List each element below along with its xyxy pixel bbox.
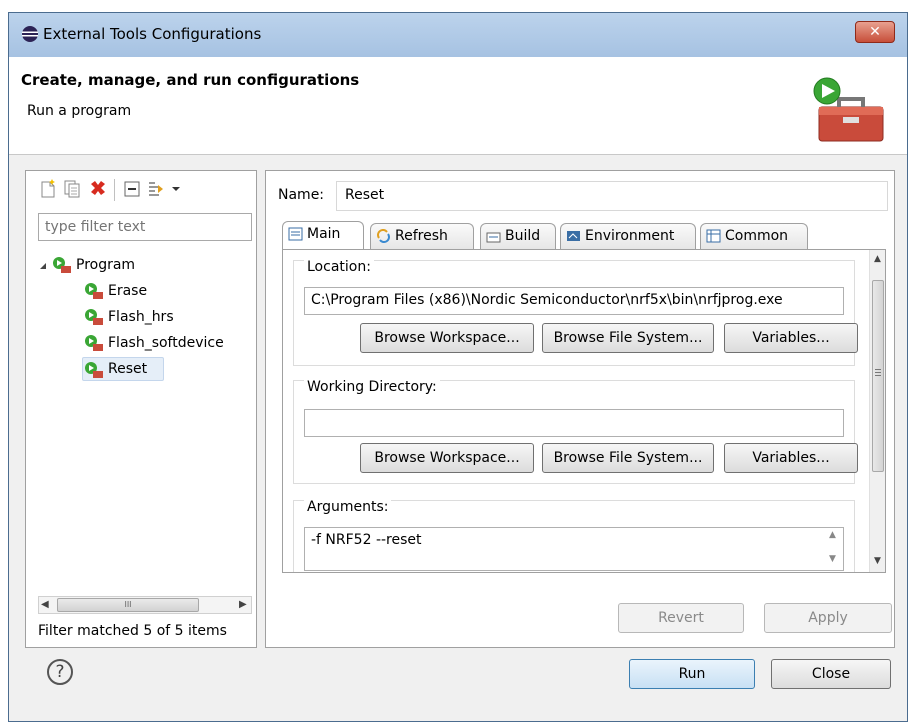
working-directory-field[interactable] <box>304 409 844 437</box>
tab-common[interactable]: Common <box>700 223 808 249</box>
program-icon <box>85 362 103 378</box>
tab-label: Main <box>307 226 341 242</box>
collapse-all-icon[interactable] <box>122 179 142 199</box>
tab-refresh[interactable]: Refresh <box>370 223 474 249</box>
dialog-window: External Tools Configurations ✕ Create, … <box>8 12 908 722</box>
header-subtitle: Run a program <box>27 103 132 119</box>
tab-label: Refresh <box>395 228 448 244</box>
location-browse-workspace-button[interactable]: Browse Workspace... <box>360 323 534 353</box>
close-button[interactable]: Close <box>771 659 891 689</box>
horizontal-scrollbar[interactable]: ◀ III ▶ <box>38 596 252 614</box>
refresh-icon <box>377 229 390 243</box>
tree-item-label: Flash_softdevice <box>108 335 224 351</box>
tab-build[interactable]: Build <box>480 223 556 249</box>
workdir-browse-file-system-button[interactable]: Browse File System... <box>542 443 714 473</box>
scroll-thumb[interactable]: III <box>57 598 199 612</box>
new-configuration-icon[interactable] <box>38 179 58 199</box>
location-field[interactable]: C:\Program Files (x86)\Nordic Semiconduc… <box>304 287 844 315</box>
workdir-browse-workspace-button[interactable]: Browse Workspace... <box>360 443 534 473</box>
toolbox-run-icon <box>813 77 884 142</box>
close-icon: ✕ <box>869 24 881 40</box>
location-group: Location: C:\Program Files (x86)\Nordic … <box>293 259 858 366</box>
duplicate-icon[interactable] <box>62 179 82 199</box>
program-icon <box>53 257 71 273</box>
name-label: Name: <box>278 187 325 203</box>
tab-label: Environment <box>585 228 675 244</box>
top-strip <box>0 0 916 12</box>
working-directory-label: Working Directory: <box>304 379 440 395</box>
filter-status-text: Filter matched 5 of 5 items <box>38 623 227 639</box>
scroll-grip: III <box>124 600 132 609</box>
filter-icon[interactable] <box>146 179 166 199</box>
main-tab-icon <box>288 227 303 241</box>
revert-button[interactable]: Revert <box>618 603 744 633</box>
location-variables-button[interactable]: Variables... <box>724 323 858 353</box>
configuration-editor-pane: Name: Reset Main Refresh Build Environme… <box>265 170 895 648</box>
program-icon <box>85 335 103 351</box>
vertical-scrollbar[interactable]: ▲ ▼ <box>869 250 885 572</box>
tab-environment[interactable]: Environment <box>560 223 696 249</box>
configuration-tree-pane: Program Erase Flash_hrs Flash_softdevice <box>25 170 257 648</box>
location-browse-file-system-button[interactable]: Browse File System... <box>542 323 714 353</box>
name-field[interactable]: Reset <box>336 181 888 211</box>
tab-label: Common <box>725 228 789 244</box>
tree-item-label: Reset <box>108 361 148 377</box>
close-window-button[interactable]: ✕ <box>855 21 895 43</box>
eclipse-icon <box>22 26 38 42</box>
delete-icon[interactable] <box>88 179 108 199</box>
arguments-scroll-down-icon[interactable]: ▼ <box>829 554 836 564</box>
apply-button[interactable]: Apply <box>764 603 892 633</box>
arguments-label: Arguments: <box>304 499 392 515</box>
arguments-group: Arguments: -f NRF52 --reset ▲ ▼ <box>293 499 855 572</box>
toolbar-separator <box>114 179 115 201</box>
scroll-right-icon[interactable]: ▶ <box>239 597 247 613</box>
window-title: External Tools Configurations <box>43 25 262 43</box>
tree-item-label: Program <box>76 257 136 273</box>
build-icon <box>486 232 501 243</box>
scroll-down-icon[interactable]: ▼ <box>874 556 881 566</box>
arguments-scroll-up-icon[interactable]: ▲ <box>829 530 836 540</box>
help-icon[interactable]: ? <box>47 659 73 685</box>
tab-main[interactable]: Main <box>282 221 364 249</box>
run-button[interactable]: Run <box>629 659 755 689</box>
location-label: Location: <box>304 259 374 275</box>
tree-item-label: Erase <box>108 283 148 299</box>
workdir-variables-button[interactable]: Variables... <box>724 443 858 473</box>
arguments-text: -f NRF52 --reset <box>311 532 422 548</box>
tab-label: Build <box>505 228 541 244</box>
scroll-left-icon[interactable]: ◀ <box>41 597 49 613</box>
scroll-up-icon[interactable]: ▲ <box>874 254 881 264</box>
program-icon <box>85 283 103 299</box>
environment-icon <box>567 231 580 241</box>
filter-input[interactable] <box>38 213 252 241</box>
working-directory-group: Working Directory: Browse Workspace... B… <box>293 379 858 484</box>
title-bar: External Tools Configurations ✕ <box>9 13 907 57</box>
scroll-thumb[interactable] <box>872 280 884 472</box>
expand-arrow-icon[interactable] <box>38 261 48 271</box>
common-icon <box>706 229 721 243</box>
tree-item-reset[interactable]: Reset <box>82 357 164 381</box>
header-title: Create, manage, and run configurations <box>21 71 360 89</box>
main-tab-content: Location: C:\Program Files (x86)\Nordic … <box>282 249 886 573</box>
tree-item-label: Flash_hrs <box>108 309 174 325</box>
program-icon <box>85 309 103 325</box>
header-banner: Create, manage, and run configurations R… <box>9 57 907 155</box>
arguments-field[interactable]: -f NRF52 --reset ▲ ▼ <box>304 527 844 571</box>
chevron-down-icon[interactable] <box>170 179 182 199</box>
